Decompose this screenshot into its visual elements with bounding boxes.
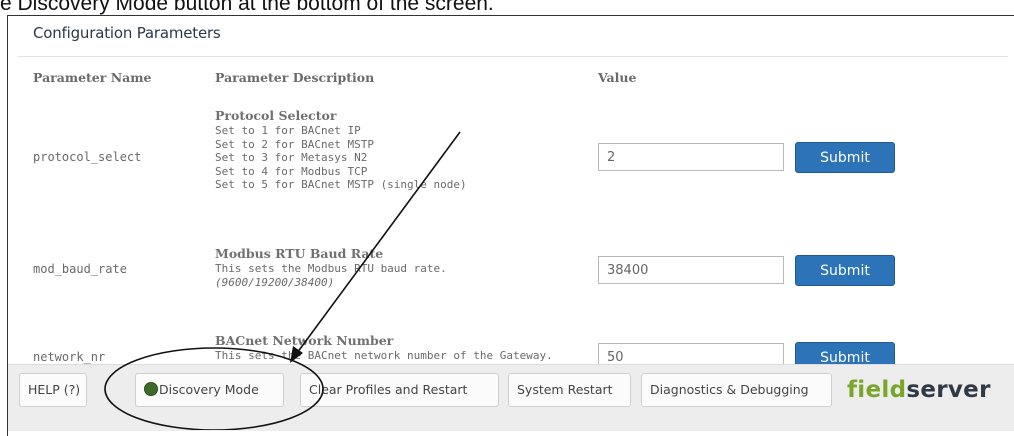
discovery-mode-label: Discovery Mode (159, 382, 259, 397)
param-description-mod-baud-rate: Modbus RTU Baud Rate This sets the Modbu… (215, 246, 447, 289)
param-desc-line: Set to 5 for BACnet MSTP (single node) (215, 178, 467, 191)
submit-button-mod-baud-rate[interactable]: Submit (795, 255, 895, 286)
param-description-network-nr: BACnet Network Number This sets the BACn… (215, 333, 553, 363)
param-desc-line: Set to 3 for Metasys N2 (215, 151, 368, 164)
param-desc-line: This sets the Modbus RTU baud rate. (215, 262, 447, 275)
header-parameter-description: Parameter Description (215, 70, 375, 85)
value-input-protocol-select[interactable]: 2 (598, 143, 784, 171)
logo-part-server: server (906, 377, 991, 403)
param-title: Modbus RTU Baud Rate (215, 246, 384, 261)
param-desc-line: Set to 4 for Modbus TCP (215, 164, 368, 178)
panel-title: Configuration Parameters (33, 24, 221, 42)
param-desc-line: Set to 2 for BACnet MSTP (215, 137, 374, 151)
title-divider (18, 56, 1008, 57)
discovery-mode-button[interactable]: Discovery Mode (135, 373, 284, 407)
param-title: BACnet Network Number (215, 333, 394, 348)
submit-button-protocol-select[interactable]: Submit (795, 142, 895, 173)
param-name-mod-baud-rate: mod_baud_rate (33, 262, 127, 276)
header-value: Value (598, 70, 637, 85)
param-desc-line: Set to 1 for BACnet IP (215, 124, 361, 137)
help-button[interactable]: HELP (?) (19, 373, 87, 407)
clear-profiles-restart-button[interactable]: Clear Profiles and Restart (300, 373, 499, 407)
status-indicator-icon (144, 382, 158, 396)
value-input-mod-baud-rate[interactable]: 38400 (598, 256, 784, 284)
header-parameter-name: Parameter Name (33, 70, 152, 85)
system-restart-button[interactable]: System Restart (508, 373, 631, 407)
param-name-network-nr: network_nr (33, 350, 106, 364)
param-description-protocol-select: Protocol Selector Set to 1 for BACnet IP… (215, 108, 467, 192)
param-desc-line: This sets the BACnet network number of t… (215, 349, 553, 362)
param-title: Protocol Selector (215, 108, 337, 123)
fieldserver-logo: fieldserver (847, 377, 991, 403)
diagnostics-debugging-button[interactable]: Diagnostics & Debugging (641, 373, 832, 407)
param-desc-note: (9600/19200/38400) (215, 275, 335, 289)
instruction-caption: e Discovery Mode button at the bottom of… (0, 0, 494, 15)
param-name-protocol-select: protocol_select (33, 150, 142, 164)
logo-part-field: field (847, 377, 907, 403)
